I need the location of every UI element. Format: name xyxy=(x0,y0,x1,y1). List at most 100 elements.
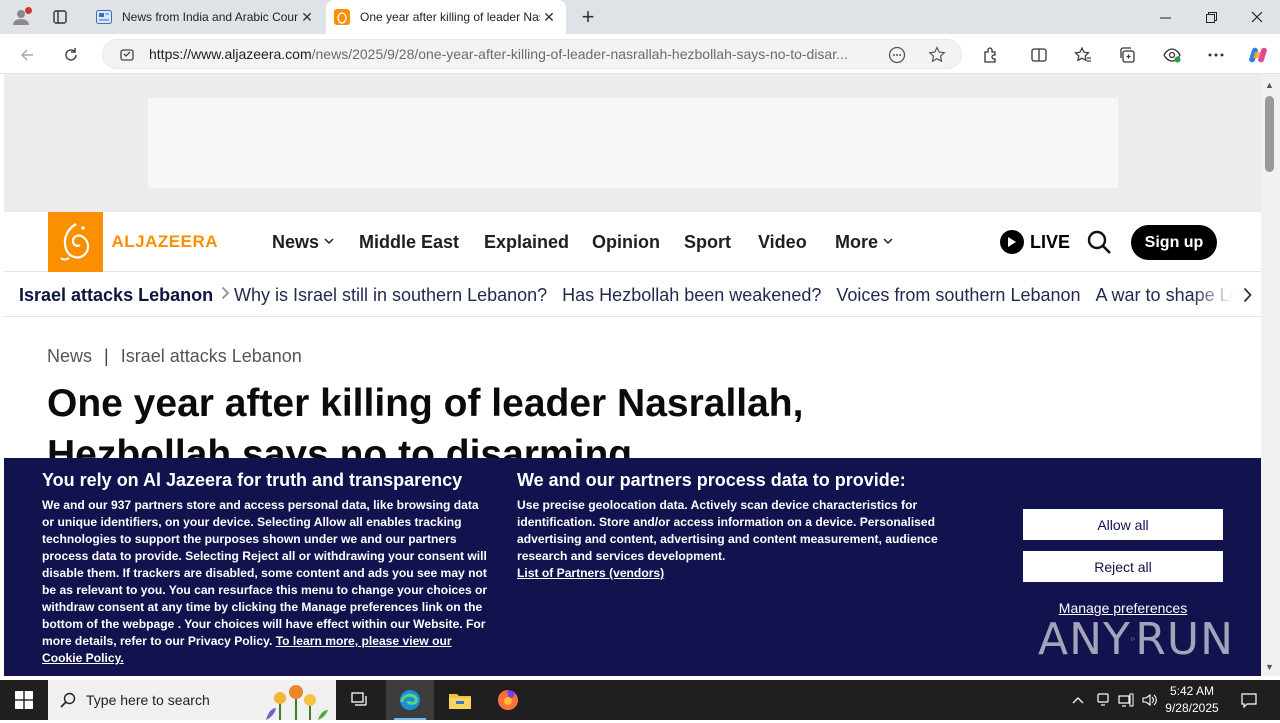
partners-list-link[interactable]: List of Partners (vendors) xyxy=(517,566,947,580)
collections-icon[interactable] xyxy=(1116,43,1140,67)
url-host: https://www.aljazeera.com xyxy=(149,46,312,62)
copilot-icon[interactable] xyxy=(1246,43,1270,67)
breadcrumb-topic[interactable]: Israel attacks Lebanon xyxy=(121,346,302,367)
topic-links: Why is Israel still in southern Lebanon?… xyxy=(234,273,1261,316)
consent-text-part: partners store and access personal data,… xyxy=(42,498,488,648)
site-navigation: ALJAZEERA News Middle East Explained Opi… xyxy=(4,212,1261,272)
nav-middle-east-label: Middle East xyxy=(359,231,460,252)
favorite-star-icon[interactable] xyxy=(927,45,947,65)
live-label: LIVE xyxy=(1030,231,1071,252)
consent-text-part: We and our xyxy=(42,498,111,512)
consent-title: You rely on Al Jazeera for truth and tra… xyxy=(42,470,463,490)
watermark-text: ANY xyxy=(1038,613,1131,665)
close-tab-icon[interactable]: ✕ xyxy=(298,8,316,26)
topic-bar: Israel attacks Lebanon Why is Israel sti… xyxy=(4,273,1261,317)
nav-opinion[interactable]: Opinion xyxy=(592,212,660,272)
minimize-icon[interactable] xyxy=(1142,0,1188,34)
nav-sport[interactable]: Sport xyxy=(684,212,731,272)
network-icon[interactable] xyxy=(1116,680,1136,720)
aljazeera-logo[interactable]: ALJAZEERA xyxy=(48,212,218,272)
nav-middle-east[interactable]: Middle East xyxy=(359,212,459,272)
topic-main-label: Israel attacks Lebanon xyxy=(19,284,214,305)
close-window-icon[interactable] xyxy=(1234,0,1280,34)
scrollbar-thumb[interactable] xyxy=(1265,96,1274,172)
back-icon[interactable] xyxy=(14,42,40,68)
tab-title: One year after killing of leader Nasrall… xyxy=(360,10,540,24)
task-view-icon[interactable] xyxy=(336,680,384,720)
page-viewport: ALJAZEERA News Middle East Explained Opi… xyxy=(4,74,1261,676)
chevron-right-icon xyxy=(221,286,230,305)
scroll-up-icon[interactable]: ▲ xyxy=(1265,80,1274,90)
topic-link[interactable]: Why is Israel still in southern Lebanon? xyxy=(234,285,547,306)
purposes-text: Use precise geolocation data. Actively s… xyxy=(517,498,938,563)
search-icon xyxy=(60,692,76,711)
nav-news[interactable]: News xyxy=(272,212,334,272)
logo-wordmark: ALJAZEERA xyxy=(111,232,218,251)
windows-start-icon[interactable] xyxy=(0,680,48,720)
windows-taskbar: Type here to search 5:42 AM 9/28/2025 xyxy=(0,680,1280,720)
taskbar-clock[interactable]: 5:42 AM 9/28/2025 xyxy=(1160,683,1224,717)
tab-aljazeera-article[interactable]: One year after killing of leader Nasrall… xyxy=(326,0,566,34)
topic-fade xyxy=(1193,273,1233,316)
tab-actions-icon[interactable] xyxy=(48,6,72,28)
close-tab-icon[interactable]: ✕ xyxy=(540,8,558,26)
extensions-icon[interactable] xyxy=(979,43,1003,67)
cookie-consent-banner: You rely on Al Jazeera for truth and tra… xyxy=(4,458,1261,676)
flowers-decoration-icon xyxy=(260,682,332,723)
settings-more-icon[interactable] xyxy=(1204,43,1228,67)
news-page-favicon-icon xyxy=(96,9,112,25)
chevron-down-icon xyxy=(883,237,893,248)
site-info-icon[interactable] xyxy=(119,47,135,66)
watermark-text: RUN xyxy=(1135,613,1234,665)
new-tab-icon[interactable]: + xyxy=(576,4,600,29)
taskbar-search-placeholder: Type here to search xyxy=(86,692,210,708)
browser-tab-bar: News from India and Arabic Countries ✕ O… xyxy=(0,0,1280,34)
edge-browser-icon[interactable] xyxy=(386,680,434,720)
nav-more[interactable]: More xyxy=(835,212,893,272)
show-hidden-icons-icon[interactable] xyxy=(1068,680,1088,720)
reading-mode-icon[interactable] xyxy=(887,45,907,65)
aljazeera-favicon-icon xyxy=(334,9,350,25)
consent-description: We and our 937 partners store and access… xyxy=(42,497,492,667)
topic-link[interactable]: Has Hezbollah been weakened? xyxy=(562,285,821,306)
firefox-icon[interactable] xyxy=(484,680,532,720)
reject-all-button[interactable]: Reject all xyxy=(1023,551,1223,582)
purposes-title: We and our partners process data to prov… xyxy=(517,470,906,490)
url-bar[interactable]: https://www.aljazeera.com/news/2025/9/28… xyxy=(102,39,962,69)
partner-count: 937 xyxy=(110,498,132,512)
url-path: /news/2025/9/28/one-year-after-killing-o… xyxy=(311,46,848,62)
favorites-icon[interactable] xyxy=(1071,43,1095,67)
device-icon[interactable] xyxy=(1093,680,1113,720)
breadcrumb-news[interactable]: News xyxy=(47,346,92,367)
nav-explained[interactable]: Explained xyxy=(484,212,569,272)
search-icon[interactable] xyxy=(1086,229,1112,255)
nav-video[interactable]: Video xyxy=(758,212,807,272)
tab-title: News from India and Arabic Countries xyxy=(122,10,298,24)
profile-icon[interactable] xyxy=(8,5,34,29)
breadcrumb-divider: | xyxy=(104,346,109,366)
topic-link[interactable]: Voices from southern Lebanon xyxy=(836,285,1080,306)
restore-icon[interactable] xyxy=(1188,0,1234,34)
volume-icon[interactable] xyxy=(1140,680,1160,720)
notifications-icon[interactable] xyxy=(1236,680,1262,720)
browser-essentials-icon[interactable] xyxy=(1160,43,1184,67)
tab-news-india-arabic[interactable]: News from India and Arabic Countries ✕ xyxy=(88,0,324,34)
scroll-down-icon[interactable]: ▼ xyxy=(1265,662,1274,672)
url-text: https://www.aljazeera.com/news/2025/9/28… xyxy=(149,46,869,62)
topic-main-link[interactable]: Israel attacks Lebanon xyxy=(19,273,230,316)
breadcrumb: News | Israel attacks Lebanon xyxy=(47,346,302,367)
page-scrollbar[interactable]: ▲ ▼ xyxy=(1261,74,1280,676)
ad-banner-area xyxy=(4,74,1261,212)
nav-more-label: More xyxy=(835,231,879,252)
split-screen-icon[interactable] xyxy=(1027,43,1051,67)
live-button[interactable]: LIVE xyxy=(1000,230,1070,254)
refresh-icon[interactable] xyxy=(58,42,84,68)
file-explorer-icon[interactable] xyxy=(436,680,484,720)
allow-all-button[interactable]: Allow all xyxy=(1023,509,1223,540)
ad-placeholder xyxy=(148,98,1118,188)
taskbar-search-box[interactable]: Type here to search xyxy=(48,680,336,720)
consent-purposes: We and our partners process data to prov… xyxy=(517,470,947,580)
sign-up-button[interactable]: Sign up xyxy=(1131,225,1217,260)
scroll-right-icon[interactable] xyxy=(1233,273,1261,316)
notification-dot xyxy=(25,7,32,14)
